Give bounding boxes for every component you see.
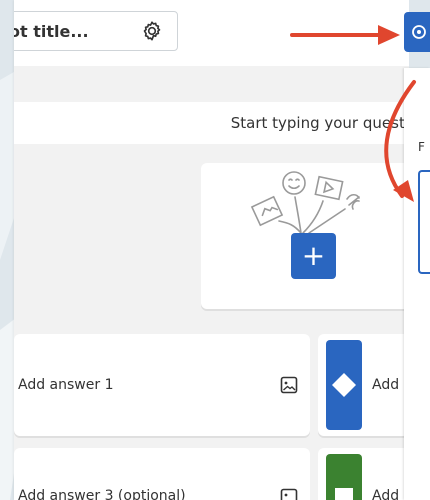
question-input[interactable]: Start typing your questi [14,102,409,144]
answer-4-label: Add [372,488,400,500]
panel-section-letter: F [418,140,425,154]
editor-canvas: ot title... Start typing your questi + A… [14,0,409,500]
answer-2-label: Add [372,377,400,393]
square-icon [335,488,353,500]
image-icon[interactable] [280,376,298,394]
answer-input-4[interactable]: Add [318,448,409,500]
gear-icon[interactable] [141,20,163,42]
right-settings-panel [404,68,430,500]
diamond-icon [332,373,356,397]
answer-input-2[interactable]: Add [318,334,409,436]
question-placeholder: Start typing your questi [230,114,409,132]
answer-input-3[interactable]: Add answer 3 (optional) [14,448,310,500]
add-media-label: + [301,239,326,272]
media-upload-card[interactable]: + [201,163,409,309]
answer-1-label: Add answer 1 [18,377,114,393]
panel-selected-option[interactable] [418,170,430,274]
panel-toggle-button[interactable] [404,12,430,52]
answer-input-1[interactable]: Add answer 1 [14,334,310,436]
answer-3-label: Add answer 3 (optional) [18,488,186,500]
answer-4-shape-tile [326,454,362,500]
add-media-button[interactable]: + [291,233,336,279]
settings-icon [412,25,426,39]
media-illustration-icon [250,171,360,234]
title-text: ot title... [14,22,89,41]
answer-2-shape-tile [326,340,362,430]
title-input[interactable]: ot title... [14,11,178,51]
image-icon[interactable] [280,488,298,500]
top-bar: ot title... [14,0,409,66]
